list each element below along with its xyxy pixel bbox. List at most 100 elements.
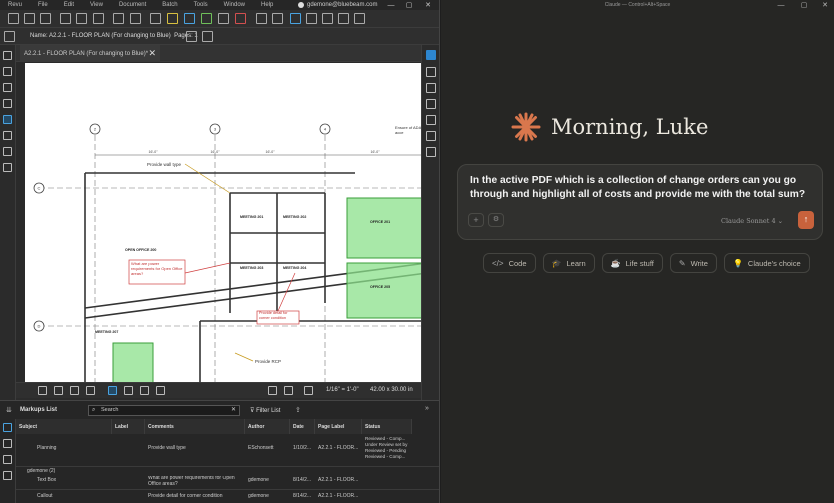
lock-icon[interactable]	[218, 13, 229, 24]
filter-list-button[interactable]: ⊽ Filter List	[250, 407, 280, 414]
export-icon[interactable]: ⇪	[295, 406, 301, 414]
expand-icon[interactable]: »	[425, 405, 429, 412]
layout-icon[interactable]	[70, 386, 79, 395]
tools-icon[interactable]	[3, 471, 12, 480]
maximize-icon[interactable]: ▢	[402, 0, 416, 10]
spaces-icon[interactable]	[426, 147, 436, 157]
chip-write[interactable]: ✎ Write	[669, 253, 717, 273]
menu-revu[interactable]: Revu	[0, 2, 30, 8]
menu-window[interactable]: Window	[216, 2, 253, 8]
group-row[interactable]: gdemone (2)	[24, 468, 114, 474]
grid-icon[interactable]	[38, 386, 47, 395]
thumbnails-icon[interactable]	[3, 51, 12, 60]
zoom-icon[interactable]	[156, 386, 165, 395]
panel-icon[interactable]	[426, 67, 436, 77]
menu-view[interactable]: View	[82, 2, 111, 8]
close-icon[interactable]: ✕	[818, 0, 832, 11]
column-subject[interactable]: Subject	[16, 419, 112, 434]
column-label[interactable]: Label	[112, 419, 145, 434]
measure-icon[interactable]	[304, 386, 313, 395]
text-icon[interactable]	[256, 13, 267, 24]
snap-icon[interactable]	[284, 386, 293, 395]
email-icon[interactable]	[60, 13, 71, 24]
minimize-icon[interactable]: —	[384, 0, 398, 10]
bookmarks-icon[interactable]	[3, 67, 12, 76]
text-box-icon[interactable]	[272, 13, 283, 24]
links-icon[interactable]	[3, 163, 12, 172]
menu-edit[interactable]: Edit	[56, 2, 82, 8]
document-tab[interactable]: A2.2.1 - FLOOR PLAN (For changing to Blu…	[20, 45, 160, 62]
column-status[interactable]: Status	[362, 419, 412, 434]
contrast-icon[interactable]	[268, 386, 277, 395]
clear-search-icon[interactable]: ✕	[231, 406, 236, 415]
prompt-text[interactable]: In the active PDF which is a collection …	[470, 174, 815, 201]
table-row-status[interactable]: Reviewed - Comp... Under Review set by R…	[362, 436, 414, 466]
open-icon[interactable]	[24, 13, 35, 24]
properties-icon[interactable]	[3, 99, 12, 108]
add-icon[interactable]	[426, 50, 436, 60]
ellipse-icon[interactable]	[338, 13, 349, 24]
markups-search-input[interactable]: ⌕ Search ✕	[88, 405, 240, 416]
column-page-label[interactable]: Page Label	[315, 419, 362, 434]
page-icon[interactable]	[186, 31, 197, 42]
layers-icon[interactable]	[3, 83, 12, 92]
highlight-icon[interactable]	[167, 13, 178, 24]
pen-icon[interactable]	[201, 13, 212, 24]
polyline-icon[interactable]	[306, 13, 317, 24]
new-icon[interactable]	[8, 13, 19, 24]
select-icon[interactable]	[124, 386, 133, 395]
menu-file[interactable]: File	[30, 2, 56, 8]
close-icon[interactable]: ✕	[421, 0, 435, 10]
collapse-icon[interactable]: ⇊	[6, 406, 12, 414]
page-layout-icon[interactable]	[86, 386, 95, 395]
sets-icon[interactable]	[426, 131, 436, 141]
document-icon[interactable]	[4, 31, 15, 42]
send-button[interactable]: ↑	[798, 211, 814, 229]
text-select-icon[interactable]	[140, 386, 149, 395]
tools-button[interactable]: ⚙	[488, 213, 504, 227]
add-attachment-button[interactable]: +	[468, 213, 484, 227]
line-icon[interactable]	[290, 13, 301, 24]
summary-icon[interactable]	[3, 439, 12, 448]
list-icon[interactable]	[3, 423, 12, 432]
table-row-subject[interactable]: Text Box	[34, 477, 110, 483]
table-row-subject[interactable]: Callout	[34, 493, 110, 499]
save-icon[interactable]	[40, 13, 51, 24]
print-icon[interactable]	[76, 13, 87, 24]
stamp-icon[interactable]	[235, 13, 246, 24]
menu-batch[interactable]: Batch	[154, 2, 185, 8]
menu-help[interactable]: Help	[253, 2, 281, 8]
column-author[interactable]: Author	[245, 419, 290, 434]
window-icon[interactable]	[93, 13, 104, 24]
scale-readout[interactable]: 1/16" = 1'-0"	[326, 387, 359, 393]
measure-icon[interactable]	[3, 147, 12, 156]
select-icon[interactable]	[150, 13, 161, 24]
split-icon[interactable]	[54, 386, 63, 395]
menu-document[interactable]: Document	[111, 2, 154, 8]
rectangle-icon[interactable]	[322, 13, 333, 24]
lock-icon[interactable]	[202, 31, 213, 42]
markups-title[interactable]: Markups List	[20, 407, 57, 413]
account-menu[interactable]: gdemone@bluebeam.com	[298, 0, 377, 10]
search-icon[interactable]	[426, 83, 436, 93]
tool-chest-icon[interactable]	[3, 115, 12, 124]
compare-icon[interactable]	[113, 13, 124, 24]
table-row-subject[interactable]: Planning	[34, 445, 110, 451]
forms-icon[interactable]	[426, 115, 436, 125]
pdf-page[interactable]: 2 3 4 C D 16'-0" 16'-0" 16'-0" 16'-0" ME…	[25, 63, 427, 383]
maximize-icon[interactable]: ▢	[797, 0, 811, 11]
prompt-input-box[interactable]: In the active PDF which is a collection …	[457, 164, 823, 240]
signatures-icon[interactable]	[3, 131, 12, 140]
cloud-icon[interactable]	[354, 13, 365, 24]
overlay-icon[interactable]	[130, 13, 141, 24]
chip-life-stuff[interactable]: ☕ Life stuff	[601, 253, 663, 273]
chip-claudes-choice[interactable]: 💡 Claude's choice	[723, 253, 810, 273]
column-date[interactable]: Date	[290, 419, 315, 434]
studio-icon[interactable]	[426, 99, 436, 109]
minimize-icon[interactable]: —	[774, 0, 788, 11]
menu-tools[interactable]: Tools	[186, 2, 216, 8]
column-comments[interactable]: Comments	[145, 419, 245, 434]
settings-icon[interactable]	[3, 455, 12, 464]
model-selector[interactable]: Claude Sonnet 4 ⌄	[721, 217, 783, 225]
markup-icon[interactable]	[184, 13, 195, 24]
